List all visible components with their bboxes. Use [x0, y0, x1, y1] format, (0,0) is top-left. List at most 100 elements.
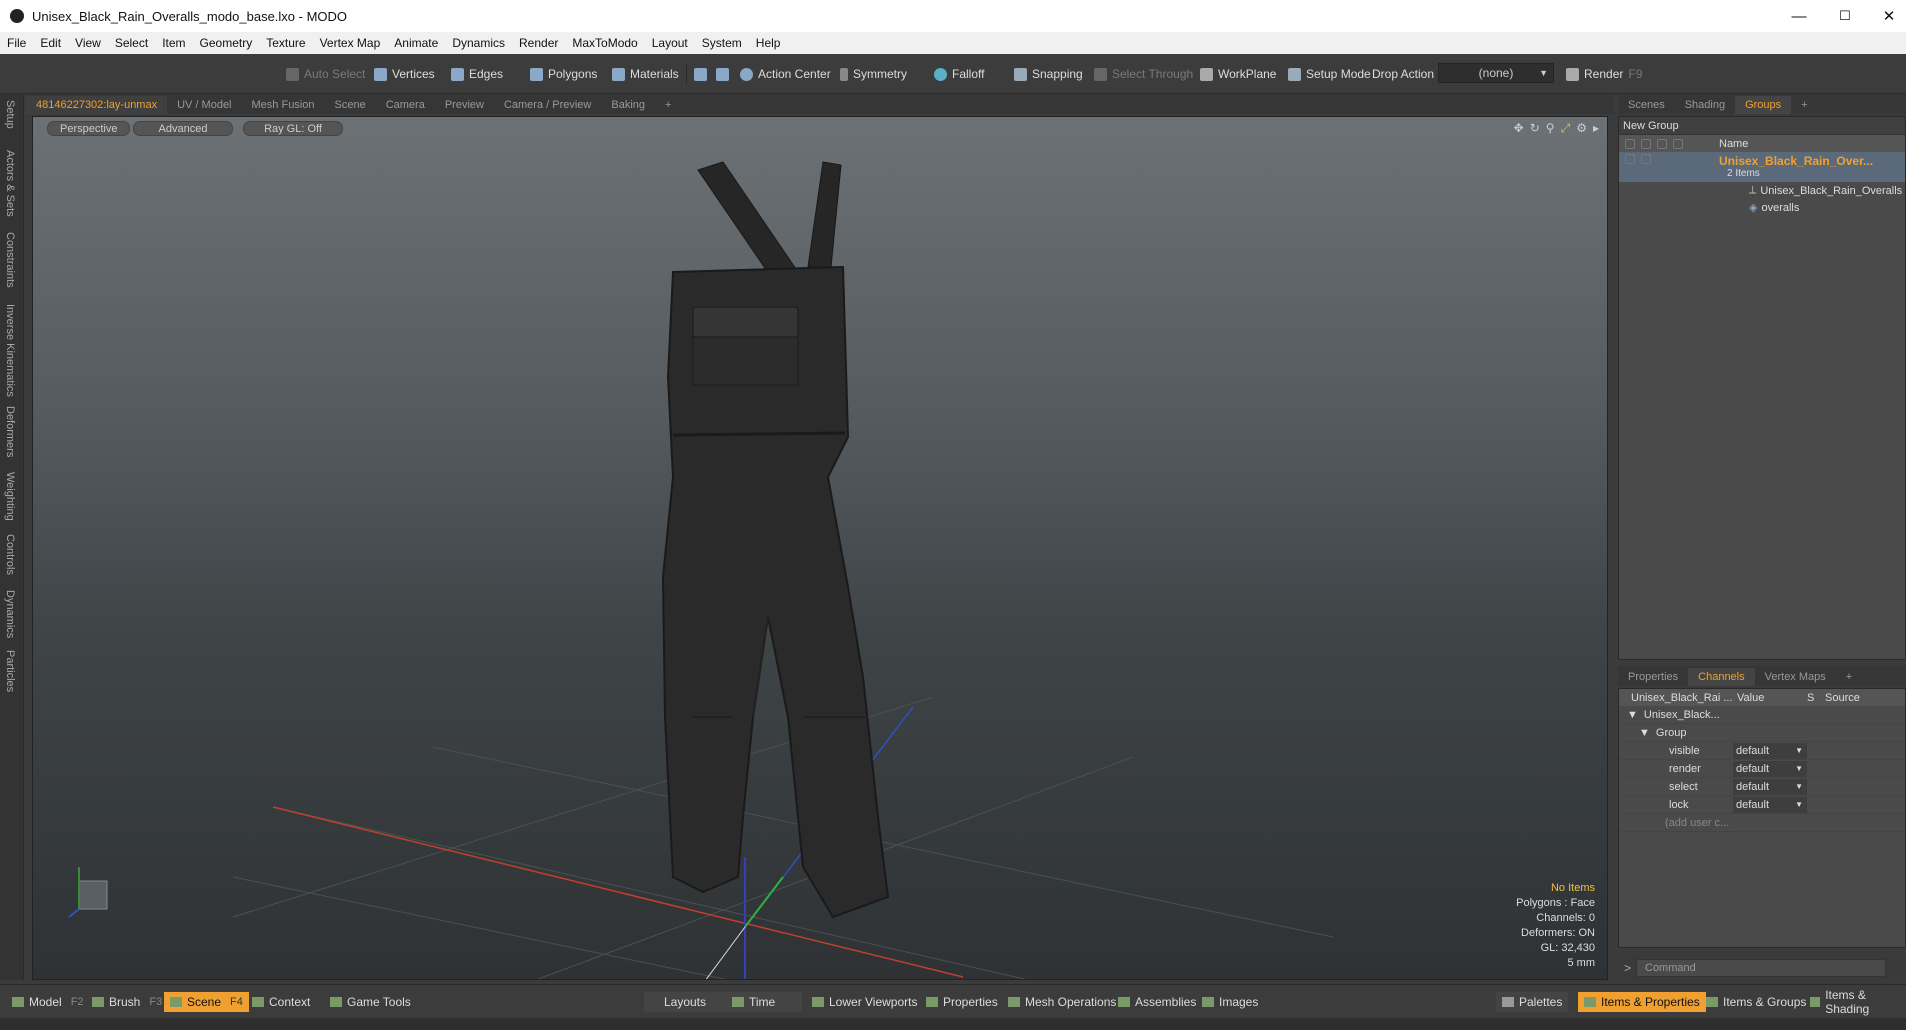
- channels-group-row[interactable]: ▼ Group: [1619, 724, 1905, 742]
- tab-dynamics[interactable]: Dynamics: [4, 590, 16, 638]
- tab-vertex-maps[interactable]: Vertex Maps: [1755, 668, 1836, 686]
- channel-row-render[interactable]: render default ▼: [1619, 760, 1905, 778]
- tab-shading[interactable]: Shading: [1675, 96, 1735, 114]
- tab-constraints[interactable]: Constraints: [4, 232, 16, 288]
- element-mode-button[interactable]: [690, 62, 711, 86]
- tab-camera[interactable]: Camera: [376, 96, 435, 114]
- palettes-button[interactable]: Palettes: [1496, 992, 1569, 1012]
- menu-geometry[interactable]: Geometry: [193, 36, 260, 50]
- viewport-expand-icon[interactable]: ▸: [1593, 121, 1599, 136]
- zoom-view-icon[interactable]: ⚲: [1546, 121, 1555, 136]
- menu-select[interactable]: Select: [108, 36, 155, 50]
- lock-icon[interactable]: [1657, 138, 1667, 149]
- materials-button[interactable]: Materials: [608, 62, 683, 86]
- channel-value-select[interactable]: default ▼: [1733, 742, 1807, 759]
- channel-value-select[interactable]: default ▼: [1733, 796, 1807, 813]
- images-button[interactable]: Images: [1196, 992, 1264, 1012]
- items-properties-button[interactable]: Items & Properties: [1578, 992, 1706, 1012]
- time-button[interactable]: Time: [726, 992, 802, 1012]
- tab-deformers[interactable]: Deformers: [4, 406, 16, 457]
- channel-row-visible[interactable]: visible default ▼: [1619, 742, 1905, 760]
- tab-weighting[interactable]: Weighting: [4, 472, 16, 521]
- render-button[interactable]: Render F9: [1562, 62, 1646, 86]
- channel-row-lock[interactable]: lock default ▼: [1619, 796, 1905, 814]
- move-view-icon[interactable]: ✥: [1514, 121, 1524, 136]
- select-through-button[interactable]: Select Through: [1090, 62, 1197, 86]
- command-input[interactable]: Command: [1636, 959, 1886, 977]
- fit-view-icon[interactable]: ⤢: [1561, 121, 1571, 136]
- menu-maxtomodo[interactable]: MaxToModo: [565, 36, 644, 50]
- action-center-button[interactable]: Action Center: [736, 62, 835, 86]
- lower-viewports-button[interactable]: Lower Viewports: [806, 992, 924, 1012]
- scene-layout-button[interactable]: Scene F4: [164, 992, 249, 1012]
- polygons-button[interactable]: Polygons: [526, 62, 601, 86]
- setup-mode-button[interactable]: Setup Mode: [1284, 62, 1375, 86]
- group-child-overalls[interactable]: ◈ overalls: [1619, 199, 1905, 216]
- tab-uv-model[interactable]: UV / Model: [167, 96, 241, 114]
- items-groups-button[interactable]: Items & Groups: [1700, 992, 1812, 1012]
- vertices-button[interactable]: Vertices: [370, 62, 439, 86]
- properties-button[interactable]: Properties: [920, 992, 1004, 1012]
- tab-preview[interactable]: Preview: [435, 96, 494, 114]
- new-group-button[interactable]: New Group: [1619, 117, 1905, 135]
- tab-inverse-kinematics[interactable]: Inverse Kinematics: [4, 304, 16, 397]
- tab-camera-preview[interactable]: Camera / Preview: [494, 96, 601, 114]
- render-toggle-icon[interactable]: [1641, 154, 1651, 164]
- render-toggle-icon[interactable]: [1641, 138, 1651, 149]
- drop-action-select[interactable]: (none) ▼: [1438, 63, 1554, 83]
- tab-scenes[interactable]: Scenes: [1618, 96, 1675, 114]
- auto-select-button[interactable]: Auto Select: [282, 62, 369, 86]
- tab-groups[interactable]: Groups: [1735, 96, 1792, 114]
- item-mode-button[interactable]: [712, 62, 733, 86]
- visibility-icon[interactable]: [1625, 154, 1635, 164]
- menu-file[interactable]: File: [0, 36, 33, 50]
- tab-channels[interactable]: Channels: [1688, 668, 1755, 686]
- menu-texture[interactable]: Texture: [259, 36, 312, 50]
- tab-particles[interactable]: Particles: [4, 650, 16, 692]
- 3d-viewport[interactable]: Perspective Advanced Ray GL: Off ✥ ↻ ⚲ ⤢…: [32, 116, 1608, 980]
- layouts-button[interactable]: Layouts: [644, 992, 726, 1012]
- menu-system[interactable]: System: [695, 36, 749, 50]
- falloff-button[interactable]: Falloff: [930, 62, 988, 86]
- menu-edit[interactable]: Edit: [33, 36, 68, 50]
- channels-item-row[interactable]: ▼ Unisex_Black...: [1619, 706, 1905, 724]
- minimize-button[interactable]: —: [1776, 0, 1822, 32]
- tab-layout-unmax[interactable]: 48146227302:lay-unmax: [26, 96, 168, 114]
- edges-button[interactable]: Edges: [447, 62, 507, 86]
- tab-scene[interactable]: Scene: [325, 96, 376, 114]
- game-tools-layout-button[interactable]: Game Tools: [324, 992, 417, 1012]
- context-layout-button[interactable]: Context: [246, 992, 316, 1012]
- add-props-tab-button[interactable]: +: [1836, 668, 1862, 686]
- tab-mesh-fusion[interactable]: Mesh Fusion: [242, 96, 325, 114]
- items-shading-button[interactable]: Items & Shading: [1804, 988, 1906, 1016]
- name-column-header[interactable]: Name: [1719, 138, 1748, 150]
- close-button[interactable]: ✕: [1866, 0, 1906, 32]
- menu-help[interactable]: Help: [749, 36, 788, 50]
- orientation-cube[interactable]: [78, 880, 108, 910]
- tab-controls[interactable]: Controls: [4, 534, 16, 575]
- menu-vertex-map[interactable]: Vertex Map: [313, 36, 388, 50]
- brush-layout-button[interactable]: Brush F3: [86, 992, 168, 1012]
- visibility-icon[interactable]: [1625, 138, 1635, 149]
- add-user-channel-row[interactable]: (add user c...: [1619, 814, 1905, 832]
- viewport-settings-icon[interactable]: ⚙: [1576, 121, 1587, 136]
- tab-properties[interactable]: Properties: [1618, 668, 1688, 686]
- menu-layout[interactable]: Layout: [645, 36, 695, 50]
- select-icon[interactable]: [1673, 138, 1683, 149]
- workplane-button[interactable]: WorkPlane: [1196, 62, 1280, 86]
- group-root-row[interactable]: Unisex_Black_Rain_Over... 2 Items: [1619, 152, 1905, 182]
- assemblies-button[interactable]: Assemblies: [1112, 992, 1202, 1012]
- menu-dynamics[interactable]: Dynamics: [445, 36, 512, 50]
- tab-setup[interactable]: Setup: [4, 100, 16, 129]
- tab-actors-sets[interactable]: Actors & Sets: [4, 150, 16, 217]
- add-tab-button[interactable]: +: [655, 96, 681, 114]
- channel-row-select[interactable]: select default ▼: [1619, 778, 1905, 796]
- maximize-button[interactable]: ☐: [1822, 0, 1868, 32]
- add-panel-tab-button[interactable]: +: [1791, 96, 1817, 114]
- model-layout-button[interactable]: Model F2: [6, 992, 90, 1012]
- menu-render[interactable]: Render: [512, 36, 565, 50]
- group-child-mesh[interactable]: ⟂ Unisex_Black_Rain_Overalls: [1619, 182, 1905, 199]
- symmetry-button[interactable]: Symmetry: [836, 62, 911, 86]
- tab-baking[interactable]: Baking: [601, 96, 655, 114]
- menu-item[interactable]: Item: [155, 36, 192, 50]
